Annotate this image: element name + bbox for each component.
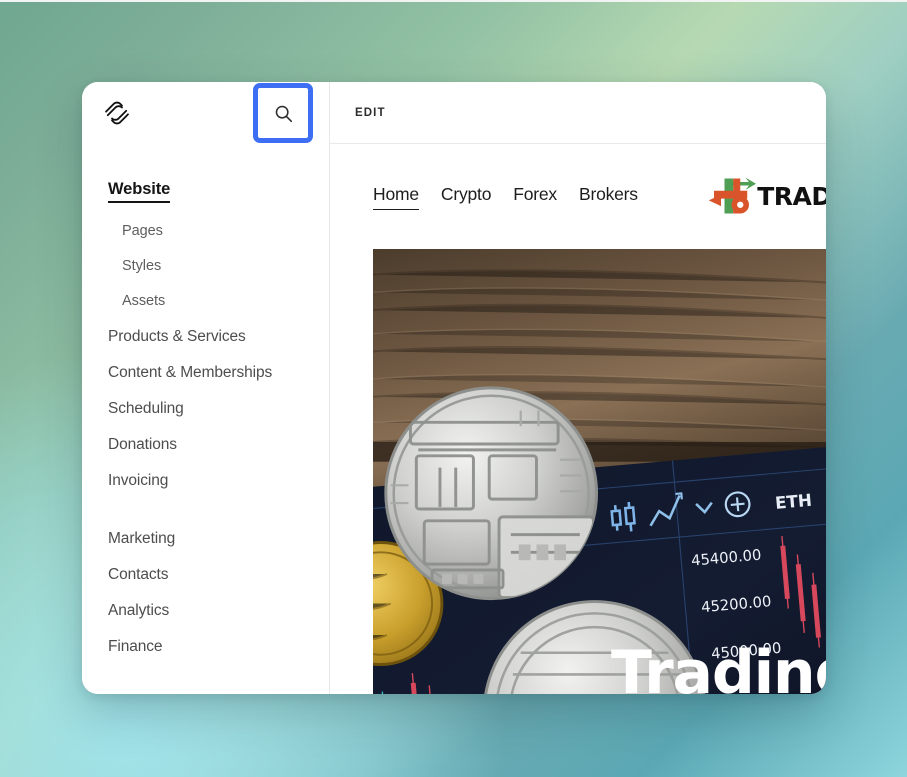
sidebar-item-donations[interactable]: Donations [82,427,329,463]
sidebar-item-pages-label: Pages [122,223,163,239]
sidebar-item-scheduling[interactable]: Scheduling [82,391,329,427]
svg-text:ETH: ETH [774,490,812,513]
site-preview: Home Crypto Forex Brokers TRAD ETH 45400… [330,145,826,694]
sidebar-item-donations-label: Donations [108,436,177,453]
sidebar-item-contacts-label: Contacts [108,566,169,583]
sidebar-item-website-label: Website [108,180,170,203]
sidebar-item-analytics-label: Analytics [108,602,170,619]
squarespace-app-window: Website Pages Styles Assets Products & S… [82,82,826,694]
hero-headline: Trading [611,638,826,694]
sidebar-item-finance[interactable]: Finance [82,629,329,665]
main-toolbar: EDIT [330,82,826,144]
search-button[interactable] [253,83,313,143]
sidebar-item-products-services-label: Products & Services [108,328,246,345]
sidebar: Website Pages Styles Assets Products & S… [82,82,330,694]
sidebar-item-scheduling-label: Scheduling [108,400,184,417]
site-nav-links: Home Crypto Forex Brokers [373,184,638,210]
site-nav: Home Crypto Forex Brokers TRAD [330,145,826,249]
site-nav-link-crypto[interactable]: Crypto [441,184,492,209]
site-nav-link-forex[interactable]: Forex [513,184,557,209]
site-nav-link-home[interactable]: Home [373,184,419,210]
sidebar-group-divider [82,499,329,521]
edit-button[interactable]: EDIT [355,107,386,119]
search-icon [274,104,293,123]
site-logo-text: TRADING [757,181,826,211]
sidebar-item-analytics[interactable]: Analytics [82,593,329,629]
sidebar-item-website[interactable]: Website [82,178,329,203]
sidebar-item-pages[interactable]: Pages [82,214,329,249]
sidebar-item-invoicing[interactable]: Invoicing [82,463,329,499]
sidebar-item-products-services[interactable]: Products & Services [82,319,329,355]
sidebar-item-finance-label: Finance [108,638,163,655]
sidebar-item-assets[interactable]: Assets [82,284,329,319]
screen-top-strip [0,0,907,2]
sidebar-item-marketing-label: Marketing [108,530,176,547]
sidebar-item-styles[interactable]: Styles [82,249,329,284]
sidebar-item-assets-label: Assets [122,293,166,309]
sidebar-item-invoicing-label: Invoicing [108,472,169,489]
desktop-background: Website Pages Styles Assets Products & S… [0,0,907,777]
sidebar-item-content-memberships[interactable]: Content & Memberships [82,355,329,391]
sidebar-item-styles-label: Styles [122,258,162,274]
main-panel: EDIT Home Crypto Forex Brokers TRAD ETH … [330,82,826,694]
sidebar-item-content-memberships-label: Content & Memberships [108,364,273,381]
site-logo[interactable]: TRADING [707,173,826,219]
sidebar-header [82,82,329,144]
sidebar-item-contacts[interactable]: Contacts [82,557,329,593]
squarespace-logo-icon[interactable] [104,101,130,125]
sidebar-nav: Website Pages Styles Assets Products & S… [82,144,329,665]
sidebar-item-marketing[interactable]: Marketing [82,521,329,557]
tb-arrows-logo-icon [707,175,761,217]
hero-image: ETH 45400.00 45200.00 45000.00 Tradin [373,249,826,694]
site-nav-link-brokers[interactable]: Brokers [579,184,638,209]
